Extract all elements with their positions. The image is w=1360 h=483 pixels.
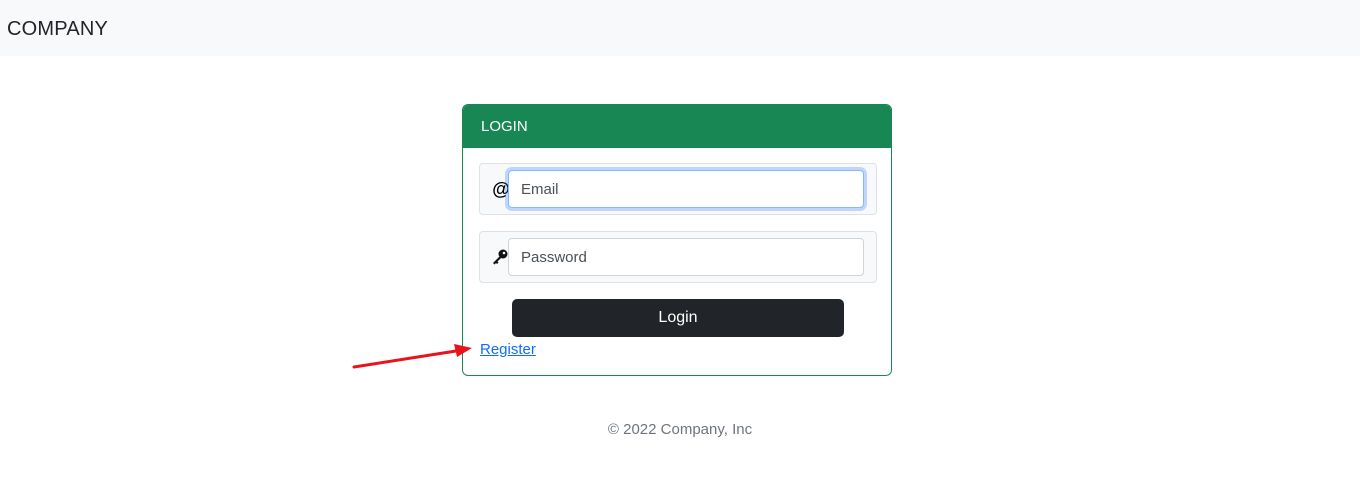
register-link[interactable]: Register: [480, 341, 536, 358]
brand-logo[interactable]: COMPANY: [7, 17, 108, 41]
login-button[interactable]: Login: [512, 299, 844, 337]
footer-copyright: © 2022 Company, Inc: [607, 421, 753, 438]
password-input-group: [479, 231, 877, 283]
login-card: LOGIN @ Login Register: [462, 104, 892, 376]
email-input[interactable]: [508, 170, 864, 208]
annotation-arrow-icon: [352, 344, 472, 369]
email-input-group: @: [479, 163, 877, 215]
login-card-header: LOGIN: [463, 105, 891, 148]
navbar: COMPANY: [0, 0, 1360, 56]
password-input[interactable]: [508, 238, 864, 276]
